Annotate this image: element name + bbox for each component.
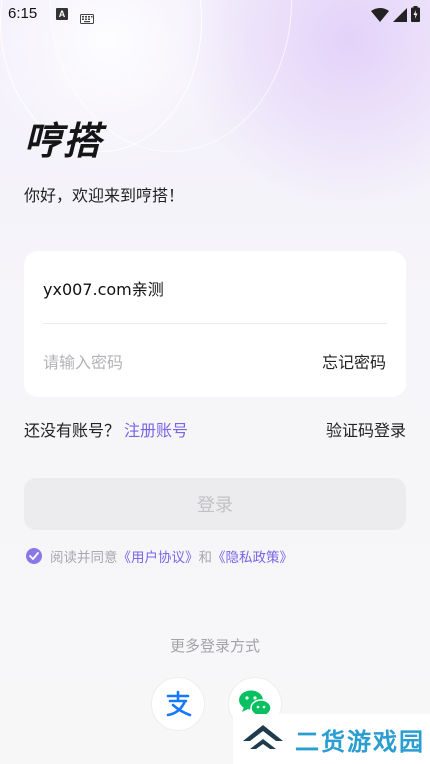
login-card: yx007.com亲测 请输入密码 忘记密码	[24, 251, 406, 397]
agreement-and: 和	[198, 550, 213, 566]
agreement-row: 阅读并同意 《用户协议》和《隐私政策》	[26, 546, 293, 566]
username-field[interactable]: yx007.com亲测	[43, 276, 164, 300]
forgot-password-link[interactable]: 忘记密码	[322, 349, 386, 373]
check-icon	[29, 552, 39, 560]
privacy-policy-link[interactable]: 《隐私政策》	[212, 546, 293, 566]
register-row: 还没有账号？ 注册账号	[24, 417, 188, 441]
field-divider	[43, 323, 387, 324]
signal-icon	[393, 7, 407, 26]
more-login-label: 更多登录方式	[169, 637, 260, 655]
keyboard-icon	[80, 9, 94, 28]
alipay-login-button[interactable]	[151, 677, 205, 731]
user-agreement-link[interactable]: 《用户协议》	[118, 546, 199, 566]
battery-icon	[411, 6, 420, 26]
watermark-logo-icon	[239, 719, 287, 759]
notification-a-icon: A	[56, 8, 68, 20]
wifi-icon	[371, 7, 389, 26]
watermark-text: 二货游戏园	[295, 727, 425, 756]
alipay-icon	[166, 690, 192, 717]
login-button[interactable]: 登录	[24, 478, 406, 530]
register-prompt: 还没有账号？	[24, 421, 121, 440]
welcome-text: 你好，欢迎来到哼搭！	[24, 186, 185, 205]
status-bar: 6:15 A	[0, 0, 430, 30]
status-time: 6:15	[8, 5, 38, 22]
app-title: 哼搭	[24, 119, 103, 163]
register-link[interactable]: 注册账号	[124, 421, 188, 440]
agreement-prefix: 阅读并同意	[50, 550, 118, 566]
watermark: 二货游戏园	[233, 714, 430, 764]
password-field[interactable]: 请输入密码	[43, 349, 123, 373]
agreement-checkbox[interactable]	[26, 548, 42, 564]
code-login-link[interactable]: 验证码登录	[326, 417, 406, 441]
